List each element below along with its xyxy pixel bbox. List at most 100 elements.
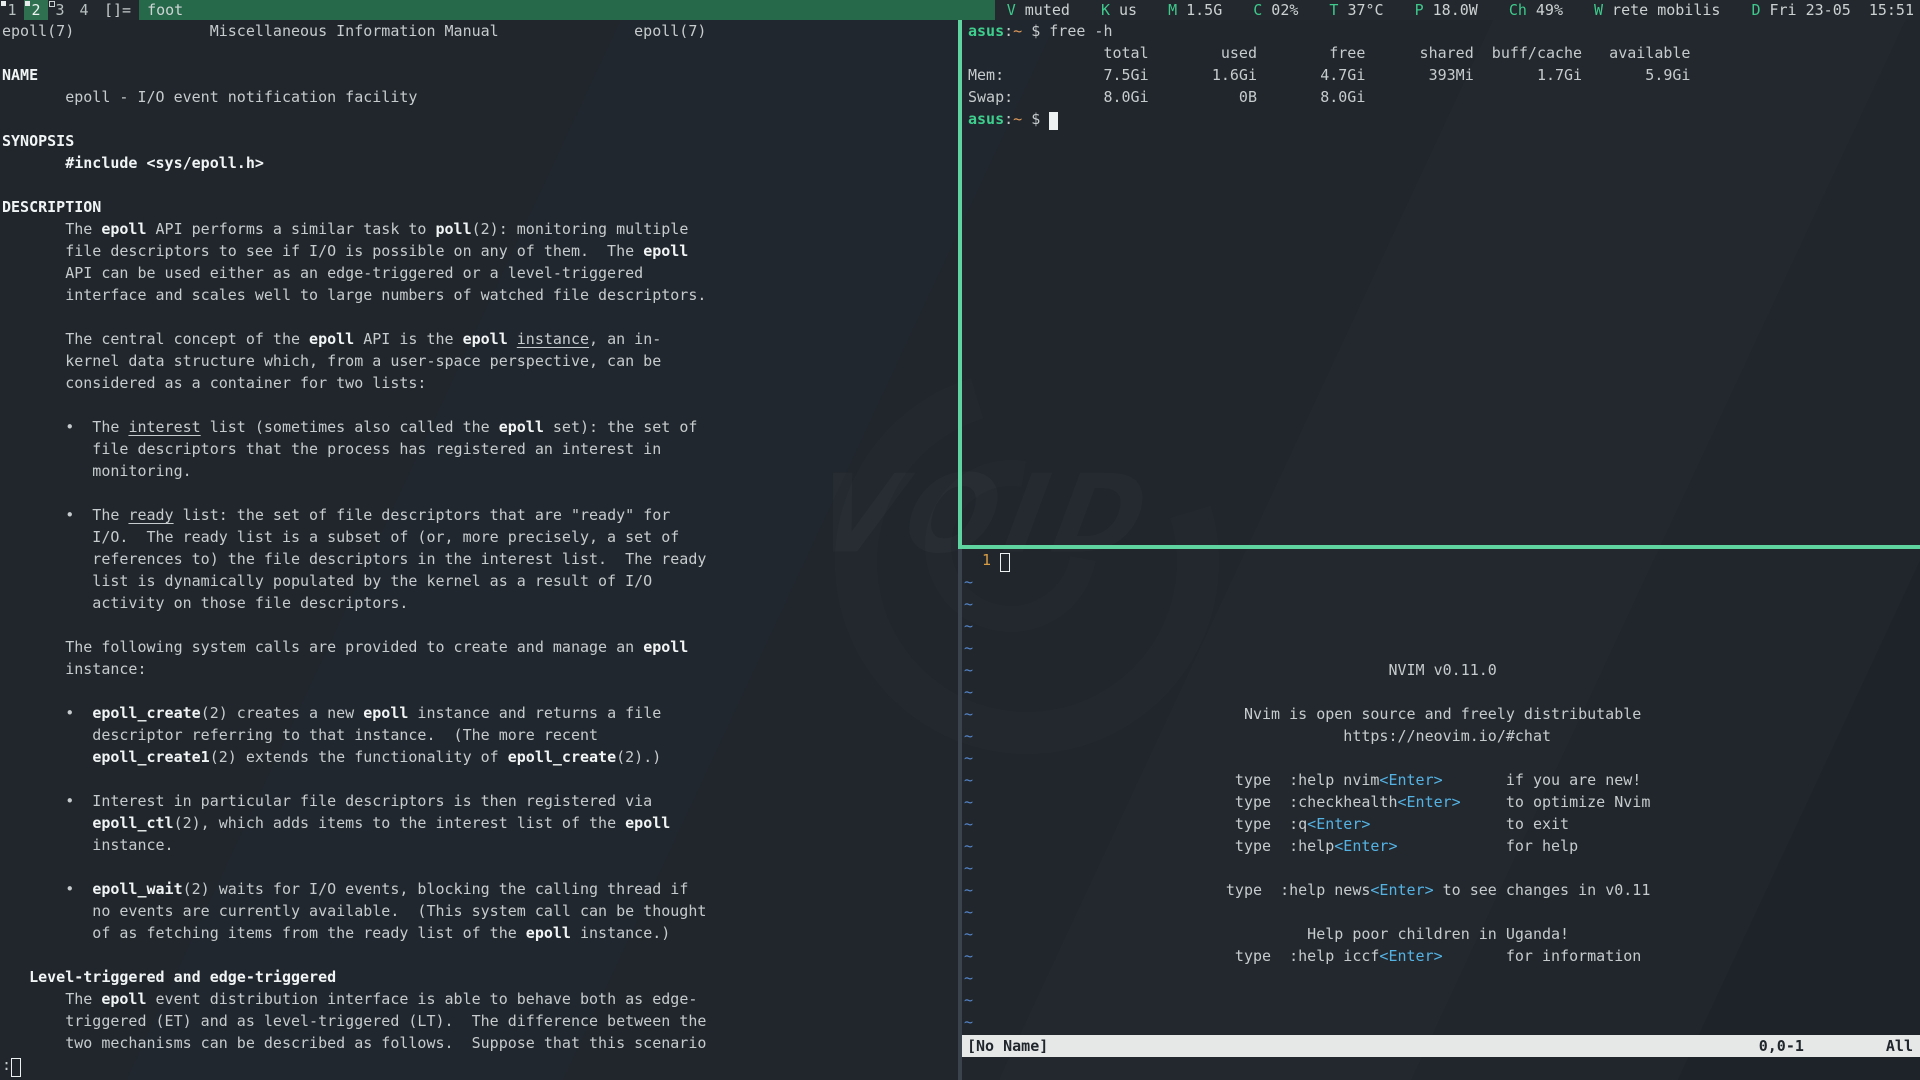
text-line: ~ Nvim is open source and freely distrib…	[964, 705, 1650, 727]
text-line: file descriptors to see if I/O is possib…	[2, 242, 706, 264]
text-line: NAME	[2, 66, 706, 88]
workspace-indicator	[25, 1, 30, 6]
text-line: ~ https://neovim.io/#chat	[964, 727, 1650, 749]
man-page-terminal[interactable]: epoll(7) Miscellaneous Information Manua…	[0, 20, 958, 1080]
status-segment-w: W rete mobilis	[1594, 0, 1720, 20]
text-line: • epoll_create(2) creates a new epoll in…	[2, 704, 706, 726]
text-line: considered as a container for two lists:	[2, 374, 706, 396]
text-line: ~ Help poor children in Uganda!	[964, 925, 1650, 947]
text-line	[2, 308, 706, 330]
text-line: no events are currently available. (This…	[2, 902, 706, 924]
text-line: ~	[964, 683, 1650, 705]
text-line: Swap: 8.0Gi 0B 8.0Gi	[968, 88, 1690, 110]
status-segment-t: T 37°C	[1329, 0, 1383, 20]
text-line: ~ type :help<Enter> for help	[964, 837, 1650, 859]
text-line: Mem: 7.5Gi 1.6Gi 4.7Gi 393Mi 1.7Gi 5.9Gi	[968, 66, 1690, 88]
workspace-tag-1[interactable]: 1	[0, 0, 24, 20]
text-line: The central concept of the epoll API is …	[2, 330, 706, 352]
text-line: ~	[964, 859, 1650, 881]
text-line: :	[2, 1056, 706, 1078]
text-line: ~	[964, 639, 1650, 661]
text-line: list is dynamically populated by the ker…	[2, 572, 706, 594]
text-line: epoll_create1(2) extends the functionali…	[2, 748, 706, 770]
text-line: I/O. The ready list is a subset of (or, …	[2, 528, 706, 550]
system-status: V muted K us M 1.5G C 02% T 37°C P 18.0W Ch 49…	[995, 0, 1920, 20]
text-line: two mechanisms can be described as follo…	[2, 1034, 706, 1056]
buffer-name: [No Name]	[962, 1035, 1759, 1057]
status-segment-ch: Ch 49%	[1509, 0, 1563, 20]
text-line	[2, 484, 706, 506]
status-segment-c: C 02%	[1253, 0, 1298, 20]
text-line: epoll - I/O event notification facility	[2, 88, 706, 110]
text-line	[2, 946, 706, 968]
text-line	[2, 616, 706, 638]
status-segment-p: P 18.0W	[1415, 0, 1478, 20]
scroll-indicator: All	[1886, 1035, 1913, 1057]
workspace-tag-2[interactable]: 2	[24, 0, 48, 20]
text-line: SYNOPSIS	[2, 132, 706, 154]
text-line	[2, 770, 706, 792]
workspace-list: 1234	[0, 0, 96, 20]
text-line: • The ready list: the set of file descri…	[2, 506, 706, 528]
workspace-tag-3[interactable]: 3	[48, 0, 72, 20]
workspace-indicator	[1, 1, 6, 6]
man-page-content: epoll(7) Miscellaneous Information Manua…	[2, 22, 706, 1078]
text-line: ~	[964, 991, 1650, 1013]
text-line: total used free shared buff/cache availa…	[968, 44, 1690, 66]
text-line: ~ NVIM v0.11.0	[964, 661, 1650, 683]
text-line	[2, 110, 706, 132]
text-line: ~	[964, 903, 1650, 925]
neovim-buffer: 1 ~~~~~ NVIM v0.11.0~~ Nvim is open sour…	[964, 551, 1650, 1035]
text-line: instance.	[2, 836, 706, 858]
neovim-window[interactable]: 1 ~~~~~ NVIM v0.11.0~~ Nvim is open sour…	[962, 549, 1920, 1080]
bar-spacer	[191, 0, 995, 20]
text-line: asus:~ $ free -h	[968, 22, 1690, 44]
text-line: The epoll API performs a similar task to…	[2, 220, 706, 242]
workspace-tag-4[interactable]: 4	[72, 0, 96, 20]
text-line: ~ type :q<Enter> to exit	[964, 815, 1650, 837]
text-line: monitoring.	[2, 462, 706, 484]
text-line: • epoll_wait(2) waits for I/O events, bl…	[2, 880, 706, 902]
text-line: ~	[964, 617, 1650, 639]
text-line: triggered (ET) and as level-triggered (L…	[2, 1012, 706, 1034]
text-line	[2, 858, 706, 880]
shell-terminal[interactable]: asus:~ $ free -h total used free shared …	[962, 20, 1920, 545]
text-line: ~	[964, 573, 1650, 595]
neovim-statusline: [No Name] 0,0-1 All	[962, 1035, 1920, 1057]
shell-output: asus:~ $ free -h total used free shared …	[968, 22, 1690, 132]
text-line: activity on those file descriptors.	[2, 594, 706, 616]
text-line	[2, 396, 706, 418]
text-line: of as fetching items from the ready list…	[2, 924, 706, 946]
text-line: ~ type :checkhealth<Enter> to optimize N…	[964, 793, 1650, 815]
workspace-indicator	[49, 1, 55, 7]
text-line: ~ type :help nvim<Enter> if you are new!	[964, 771, 1650, 793]
text-line: The following system calls are provided …	[2, 638, 706, 660]
text-line	[2, 682, 706, 704]
text-line: ~ type :help iccf<Enter> for information	[964, 947, 1650, 969]
status-bar: 1234 []= foot V mutedK usM 1.5GC 02%T 37…	[0, 0, 1920, 20]
layout-symbol: []=	[96, 0, 139, 20]
text-line: references to) the file descriptors in t…	[2, 550, 706, 572]
text-line: • The interest list (sometimes also call…	[2, 418, 706, 440]
text-line: instance:	[2, 660, 706, 682]
cursor-position: 0,0-1	[1759, 1035, 1804, 1057]
text-line: ~	[964, 595, 1650, 617]
text-line	[2, 176, 706, 198]
text-line: #include <sys/epoll.h>	[2, 154, 706, 176]
text-line: API can be used either as an edge-trigge…	[2, 264, 706, 286]
text-line: DESCRIPTION	[2, 198, 706, 220]
text-line: kernel data structure which, from a user…	[2, 352, 706, 374]
status-segment-k: K us	[1101, 0, 1137, 20]
status-segment-m: M 1.5G	[1168, 0, 1222, 20]
text-line: ~ type :help news<Enter> to see changes …	[964, 881, 1650, 903]
text-line: • Interest in particular file descriptor…	[2, 792, 706, 814]
text-line: asus:~ $	[968, 110, 1690, 132]
text-line: ~	[964, 749, 1650, 771]
text-line: epoll_ctl(2), which adds items to the in…	[2, 814, 706, 836]
status-segment-v: V muted	[1007, 0, 1070, 20]
status-segment-d: D Fri 23-05 15:51	[1751, 0, 1914, 20]
text-line: 1	[964, 551, 1650, 573]
text-line: interface and scales well to large numbe…	[2, 286, 706, 308]
text-line: The epoll event distribution interface i…	[2, 990, 706, 1012]
text-line: Level-triggered and edge-triggered	[2, 968, 706, 990]
